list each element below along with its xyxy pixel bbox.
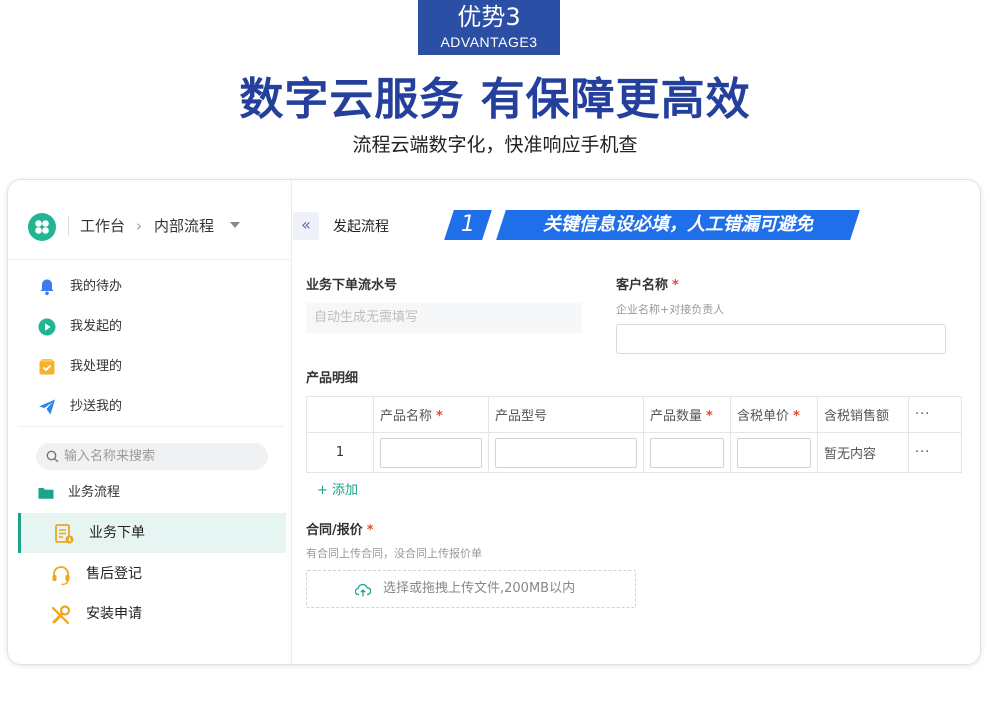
product-model-input[interactable] <box>495 437 637 468</box>
process-item-label: 售后登记 <box>86 566 142 582</box>
chevron-down-icon[interactable] <box>230 222 240 228</box>
order-document-icon <box>55 524 74 544</box>
app-window: 工作台 › 内部流程 我的待办 我发起的 我处理的 抄送我的 输入名称来搜索 业… <box>7 179 981 665</box>
process-item-order[interactable]: 业务下单 <box>18 513 286 553</box>
row-options-button[interactable]: ··· <box>908 432 962 473</box>
column-header-label: 产品数量 <box>650 409 703 424</box>
app-logo-icon[interactable] <box>28 213 56 241</box>
breadcrumb-separator: › <box>136 217 142 235</box>
customer-name-label: 客户名称 * <box>616 277 679 295</box>
product-table: 产品名称 * 产品型号 产品数量 * 含税单价 * 含税销售额 ··· 1 暂无内容 … <box>306 396 962 473</box>
column-header-label: 产品型号 <box>495 409 548 424</box>
bell-icon <box>40 279 54 296</box>
wrench-icon <box>51 605 71 625</box>
required-mark: * <box>793 409 800 424</box>
required-mark: * <box>366 523 374 538</box>
table-row: 1 暂无内容 ··· <box>306 432 962 473</box>
page-title: 发起流程 <box>333 219 389 235</box>
required-mark: * <box>706 409 713 424</box>
badge-title: 优势3 <box>457 3 521 31</box>
column-header-quantity: 产品数量 * <box>643 396 731 433</box>
add-row-button[interactable]: + 添加 <box>317 482 358 500</box>
main-panel: « 发起流程 1 关键信息设必填，人工错漏可避免 业务下单流水号 自动生成无需填… <box>293 180 980 664</box>
sidebar: 工作台 › 内部流程 我的待办 我发起的 我处理的 抄送我的 输入名称来搜索 业… <box>8 180 292 664</box>
sidebar-item-label: 抄送我的 <box>70 399 123 414</box>
contract-label-text: 合同/报价 <box>306 523 363 538</box>
serial-number-label: 业务下单流水号 <box>306 278 398 293</box>
required-mark: * <box>672 278 679 293</box>
sidebar-item-label: 我的待办 <box>70 279 123 294</box>
column-header-product-model: 产品型号 <box>488 396 644 433</box>
cell-sales-amount: 暂无内容 <box>817 432 909 473</box>
headline: 数字云服务 有保障更高效 <box>239 74 751 125</box>
customer-name-input[interactable] <box>616 324 946 354</box>
cell-quantity <box>643 432 731 473</box>
tip-banner: 关键信息设必填，人工错漏可避免 <box>496 210 860 240</box>
upload-label: 选择或拖拽上传文件,200MB以内 <box>383 581 576 596</box>
sidebar-item-my-todo[interactable]: 我的待办 <box>8 267 292 307</box>
breadcrumb-workbench[interactable]: 工作台 <box>80 216 125 236</box>
row-index: 1 <box>306 432 374 473</box>
cell-product-name <box>373 432 489 473</box>
column-header-unit-price: 含税单价 * <box>730 396 818 433</box>
process-item-after-sales[interactable]: 售后登记 <box>18 554 286 594</box>
customer-name-text: 客户名称 <box>616 278 669 293</box>
unit-price-input[interactable] <box>737 437 811 468</box>
column-header-label: 含税销售额 <box>824 409 890 424</box>
serial-number-field: 自动生成无需填写 <box>306 303 582 333</box>
tip-number: 1 <box>461 212 475 237</box>
folder-label: 业务流程 <box>68 485 121 500</box>
sidebar-item-label: 我发起的 <box>70 319 123 334</box>
sidebar-header: 工作台 › 内部流程 <box>8 180 292 260</box>
column-header-label: 含税单价 <box>737 409 790 424</box>
inbox-icon <box>39 359 55 375</box>
sidebar-item-label: 我处理的 <box>70 359 123 374</box>
breadcrumb-internal-process[interactable]: 内部流程 <box>154 216 214 236</box>
column-header-sales-amount: 含税销售额 <box>817 396 909 433</box>
sidebar-item-handled[interactable]: 我处理的 <box>8 347 292 387</box>
file-upload-dropzone[interactable]: 选择或拖拽上传文件,200MB以内 <box>306 570 636 608</box>
cell-unit-price <box>730 432 818 473</box>
cell-product-model <box>488 432 644 473</box>
sidebar-item-cc[interactable]: 抄送我的 <box>8 387 292 427</box>
column-header-label: 产品名称 <box>380 409 433 424</box>
product-detail-label: 产品明细 <box>306 371 359 386</box>
table-header-row: 产品名称 * 产品型号 产品数量 * 含税单价 * 含税销售额 ··· <box>306 396 962 433</box>
column-header-product-name: 产品名称 * <box>373 396 489 433</box>
tip-text: 关键信息设必填，人工错漏可避免 <box>543 214 813 235</box>
search-icon <box>46 450 59 463</box>
sidebar-search[interactable] <box>36 443 268 470</box>
paper-plane-icon <box>39 399 55 415</box>
column-options-button[interactable]: ··· <box>908 396 962 433</box>
cloud-upload-icon <box>355 583 371 597</box>
header-divider <box>68 216 69 236</box>
badge-subtitle: ADVANTAGE3 <box>440 34 538 50</box>
tip-number-badge: 1 <box>444 210 492 240</box>
search-input[interactable] <box>64 447 259 466</box>
process-item-label: 业务下单 <box>89 525 145 541</box>
play-circle-icon <box>38 318 56 336</box>
subheadline: 流程云端数字化，快准响应手机查 <box>352 134 638 156</box>
folder-icon <box>38 488 54 499</box>
sidebar-divider <box>18 426 284 427</box>
contract-hint: 有合同上传合同，没合同上传报价单 <box>306 547 482 560</box>
product-name-input[interactable] <box>380 437 482 468</box>
process-item-label: 安装申请 <box>86 606 142 622</box>
advantage-badge: 优势3 ADVANTAGE3 <box>418 0 560 55</box>
quantity-input[interactable] <box>650 437 724 468</box>
required-mark: * <box>436 409 443 424</box>
customer-name-hint: 企业名称+对接负责人 <box>616 303 725 316</box>
headset-icon <box>52 566 70 586</box>
process-item-installation[interactable]: 安装申请 <box>18 594 286 634</box>
collapse-sidebar-button[interactable]: « <box>293 212 319 240</box>
sidebar-item-initiated[interactable]: 我发起的 <box>8 307 292 347</box>
contract-label: 合同/报价 * <box>306 522 374 540</box>
column-header-index <box>306 396 374 433</box>
